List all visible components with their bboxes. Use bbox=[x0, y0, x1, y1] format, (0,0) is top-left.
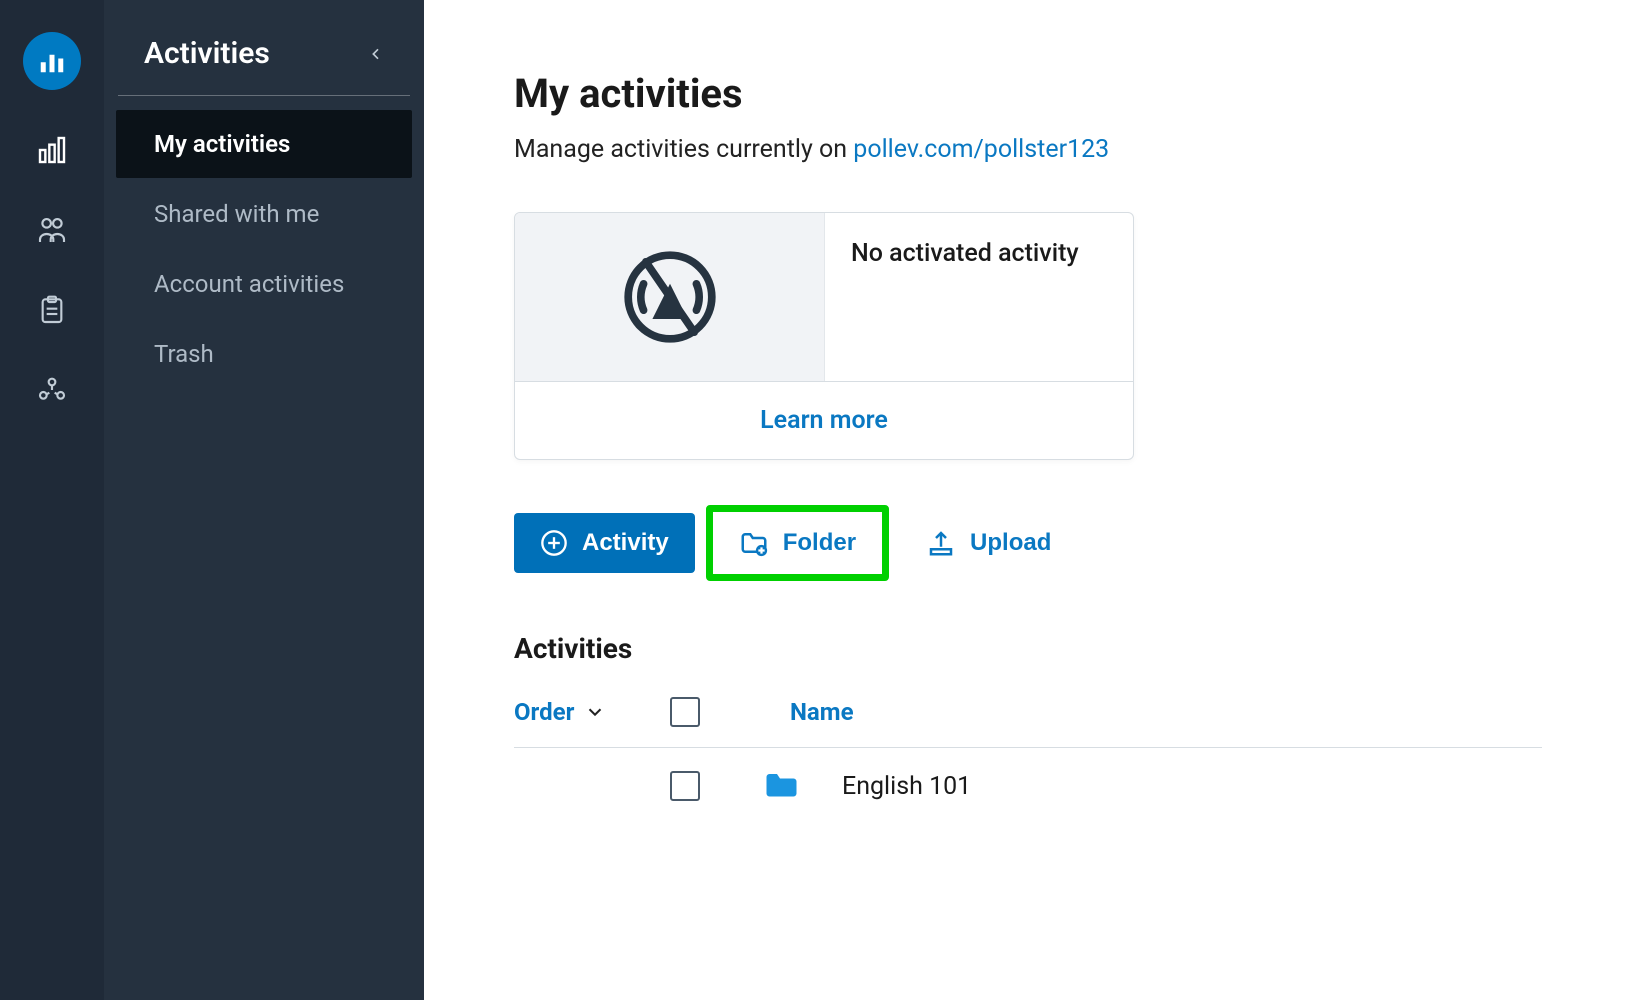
nav-account-activities[interactable]: Account activities bbox=[116, 250, 412, 318]
new-folder-button[interactable]: Folder bbox=[706, 505, 889, 581]
nav-my-activities[interactable]: My activities bbox=[116, 110, 412, 178]
team-icon bbox=[36, 374, 68, 406]
plus-circle-icon bbox=[540, 529, 568, 557]
app-logo[interactable] bbox=[23, 32, 81, 90]
bars-icon bbox=[36, 134, 68, 166]
card-top: No activated activity bbox=[515, 213, 1133, 381]
new-activity-label: Activity bbox=[582, 529, 669, 557]
activated-activity-card: No activated activity Learn more bbox=[514, 212, 1134, 460]
action-row: Activity Folder Upload bbox=[514, 512, 1542, 574]
upload-icon bbox=[926, 528, 956, 558]
sidebar: Activities My activities Shared with me … bbox=[104, 0, 424, 1000]
folder-plus-icon bbox=[739, 528, 769, 558]
card-status-text: No activated activity bbox=[825, 213, 1133, 381]
upload-button[interactable]: Upload bbox=[900, 512, 1077, 574]
new-activity-button[interactable]: Activity bbox=[514, 513, 695, 573]
clipboard-icon bbox=[36, 294, 68, 326]
list-header-row: Order Name bbox=[514, 697, 1542, 748]
page-title: My activities bbox=[514, 70, 1542, 117]
column-name[interactable]: Name bbox=[790, 698, 854, 726]
row-name: English 101 bbox=[842, 772, 971, 801]
icon-rail bbox=[0, 0, 104, 1000]
learn-more-link[interactable]: Learn more bbox=[760, 406, 888, 435]
column-order-label: Order bbox=[514, 698, 574, 726]
row-checkbox[interactable] bbox=[670, 771, 700, 801]
chevron-down-icon bbox=[584, 701, 606, 723]
chevron-left-icon bbox=[368, 42, 384, 66]
new-folder-label: Folder bbox=[783, 529, 856, 557]
activities-section-title: Activities bbox=[514, 632, 1542, 665]
select-all-checkbox[interactable] bbox=[670, 697, 700, 727]
card-illustration bbox=[515, 213, 825, 381]
collapse-sidebar-button[interactable] bbox=[368, 42, 384, 66]
sidebar-header: Activities bbox=[118, 36, 410, 96]
nav-trash[interactable]: Trash bbox=[116, 320, 412, 388]
rail-activities-icon[interactable] bbox=[32, 130, 72, 170]
rail-teams-icon[interactable] bbox=[32, 370, 72, 410]
main-content: My activities Manage activities currentl… bbox=[424, 0, 1632, 1000]
column-order[interactable]: Order bbox=[514, 698, 634, 726]
subtitle-prefix: Manage activities currently on bbox=[514, 135, 853, 164]
folder-icon bbox=[762, 768, 798, 804]
page-subtitle: Manage activities currently on pollev.co… bbox=[514, 135, 1542, 164]
bar-chart-logo-icon bbox=[37, 46, 67, 76]
nav-shared-with-me[interactable]: Shared with me bbox=[116, 180, 412, 248]
rail-reports-icon[interactable] bbox=[32, 290, 72, 330]
broadcast-off-icon bbox=[615, 242, 725, 352]
upload-label: Upload bbox=[970, 529, 1051, 557]
pollev-link[interactable]: pollev.com/pollster123 bbox=[853, 135, 1109, 164]
rail-people-icon[interactable] bbox=[32, 210, 72, 250]
list-row[interactable]: English 101 bbox=[514, 748, 1542, 824]
card-footer: Learn more bbox=[515, 381, 1133, 459]
people-icon bbox=[36, 214, 68, 246]
sidebar-title: Activities bbox=[144, 36, 270, 71]
